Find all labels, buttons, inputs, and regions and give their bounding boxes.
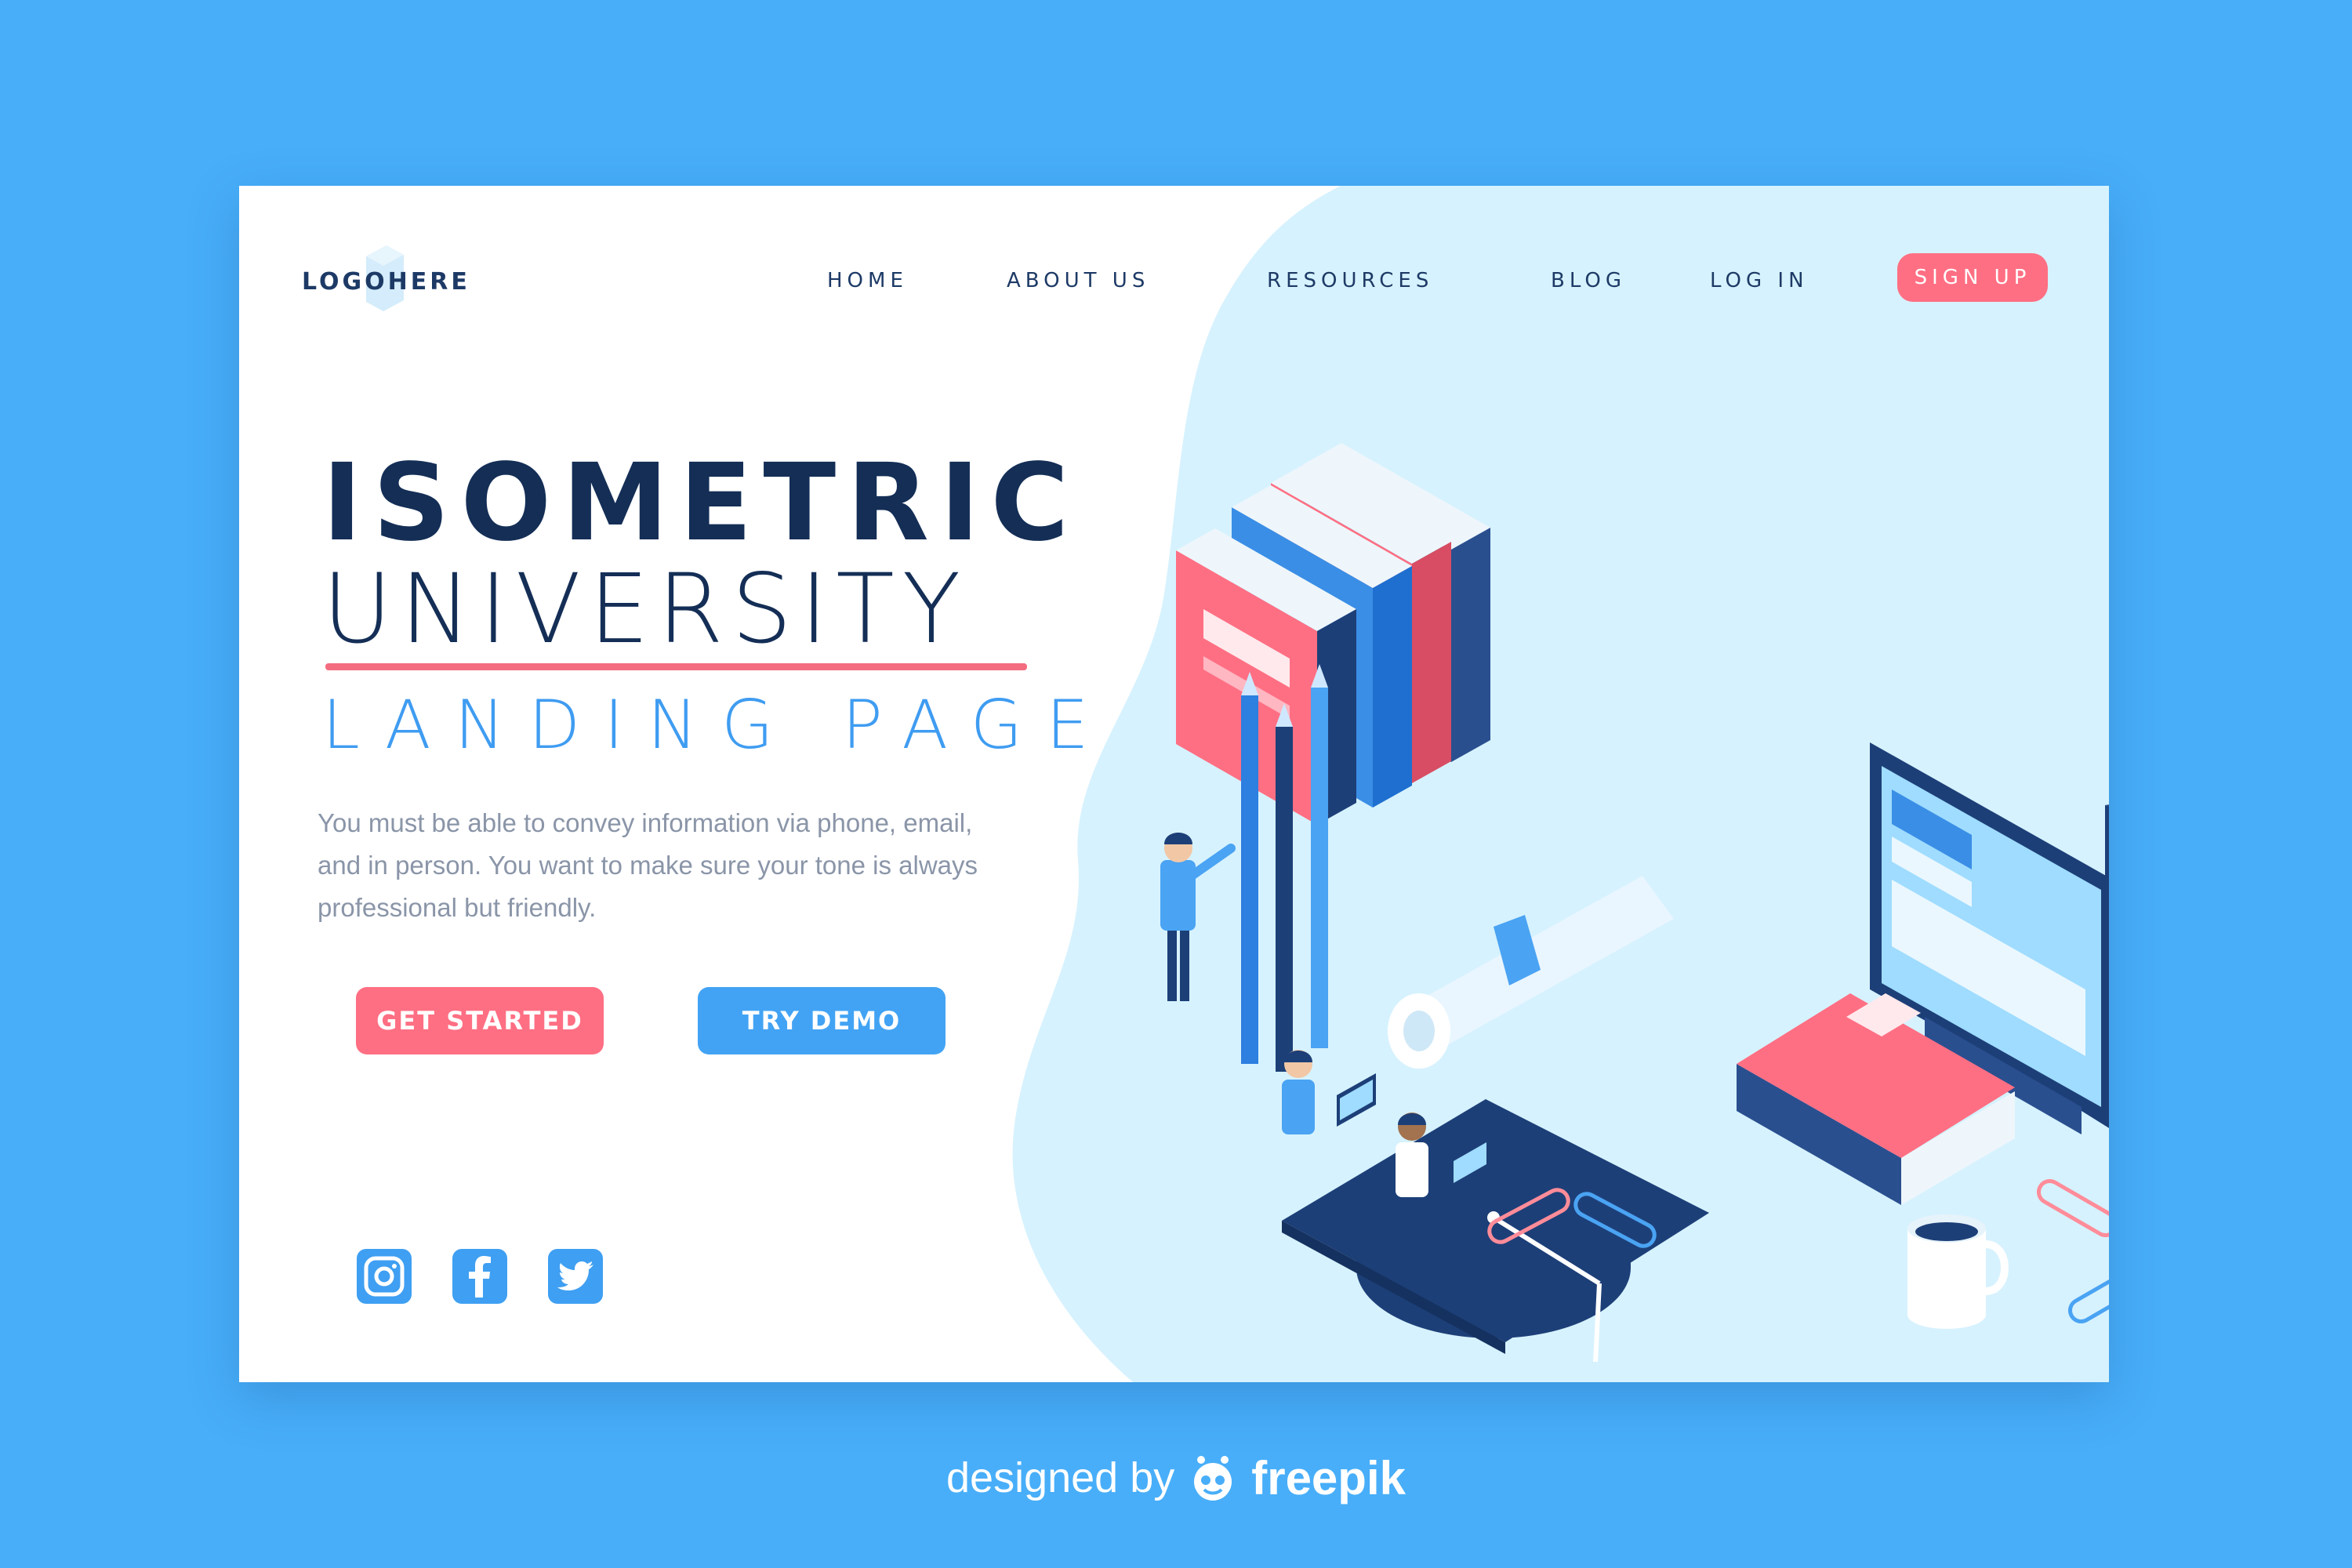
freepik-brand-text[interactable]: freepik [1251, 1451, 1406, 1505]
pencils-icon [1241, 664, 1328, 1072]
logo[interactable]: LOGOHERE [302, 245, 470, 311]
freepik-logo-icon [1194, 1456, 1232, 1501]
try-demo-button[interactable]: TRY DEMO [698, 987, 946, 1054]
books-stack-icon [1176, 443, 1490, 825]
twitter-icon[interactable] [546, 1247, 604, 1305]
title-underline [325, 663, 1027, 670]
hero-title-line3: LANDING PAGE [322, 686, 1112, 764]
graduation-cap-large-icon [1282, 1099, 1709, 1363]
hero-title-line2: UNIVERSITY [322, 554, 969, 665]
designed-by-text: designed by [946, 1454, 1175, 1501]
get-started-button[interactable]: GET STARTED [356, 987, 604, 1054]
hero-description: You must be able to convey information v… [318, 808, 978, 922]
hero-title-line1: ISOMETRIC [322, 441, 1080, 565]
landing-card: LOGOHERE HOME ABOUT US RESOURCES BLOG LO… [239, 186, 2109, 1382]
nav-home[interactable]: HOME [827, 263, 908, 298]
logo-text: LOGOHERE [302, 267, 470, 296]
footer-credit: designed by freepik [0, 1443, 2352, 1513]
instagram-icon[interactable] [355, 1247, 413, 1305]
coffee-mug-icon [1907, 1214, 2009, 1329]
student-standing-icon [1160, 833, 1236, 1001]
isometric-illustration [1160, 443, 2109, 1363]
diploma-scroll-icon [1388, 876, 1674, 1069]
facebook-icon[interactable] [451, 1247, 509, 1305]
